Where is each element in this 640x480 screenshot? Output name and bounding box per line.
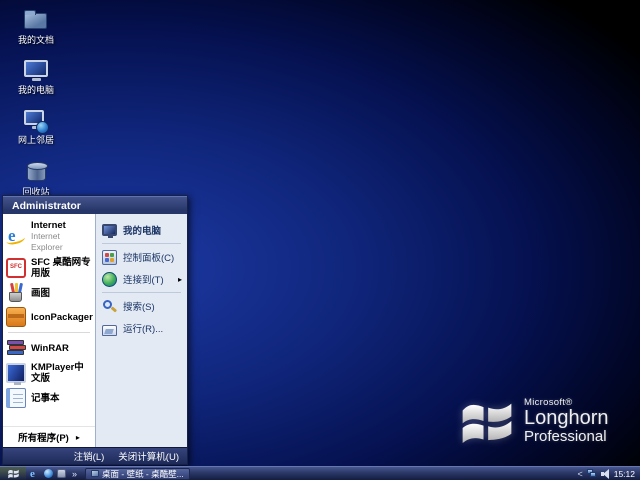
start-menu-item-kmplayer[interactable]: KMPlayer中文版 (3, 360, 95, 386)
start-menu-user-banner: Administrator (3, 196, 187, 214)
watermark-product: Longhorn (524, 408, 609, 428)
windows-flag-icon (7, 468, 20, 479)
iconpackager-icon (6, 307, 26, 327)
sfc-app-icon: SFC (6, 258, 26, 278)
quick-launch-bar: e » (30, 469, 77, 479)
start-menu-item-sfc[interactable]: SFC SFC 桌酷网专用版 (3, 255, 95, 281)
network-places-icon (22, 108, 50, 132)
item-label: 画图 (31, 288, 50, 299)
item-label: WinRAR (31, 343, 69, 354)
search-icon (102, 299, 117, 314)
winrar-icon (6, 338, 26, 358)
taskbar-task-button[interactable]: 桌面 - 壁纸 - 桌酷壁... (85, 468, 190, 480)
network-tray-icon[interactable] (587, 469, 597, 478)
quick-launch-ie-icon[interactable]: e (30, 469, 40, 479)
desktop-icon-network-places[interactable]: 网上邻居 (4, 108, 68, 145)
item-label: 连接到(T) (123, 272, 172, 286)
item-label: 搜索(S) (123, 299, 183, 313)
kmplayer-icon (6, 363, 26, 383)
start-menu-item-run[interactable]: 运行(R)... (96, 317, 187, 339)
longhorn-watermark: Microsoft® Longhorn Professional (458, 394, 609, 448)
windows-flag-icon (458, 394, 516, 448)
system-tray: < 15:12 (577, 469, 640, 479)
desktop-icon-recycle-bin[interactable]: 回收站 (4, 160, 68, 197)
quick-launch-globe-icon[interactable] (44, 469, 53, 478)
desktop-icon-label: 我的电脑 (4, 85, 68, 95)
item-label: 控制面板(C) (123, 250, 183, 264)
start-menu-footer: 注销(L) 关闭计算机(U) (3, 447, 187, 464)
all-programs-label: 所有程序(P) (18, 430, 69, 444)
start-menu-item-connect-to[interactable]: 连接到(T) ▸ (96, 268, 187, 290)
my-computer-icon (102, 224, 117, 236)
submenu-arrow-icon: ▸ (76, 433, 80, 442)
start-menu-separator (8, 332, 90, 333)
desktop-icon-label: 网上邻居 (4, 135, 68, 145)
recycle-bin-icon (22, 160, 50, 184)
submenu-arrow-icon: ▸ (178, 275, 183, 284)
start-menu-item-notepad[interactable]: 记事本 (3, 386, 95, 410)
start-menu-item-my-computer[interactable]: 我的电脑 (96, 219, 187, 241)
internet-explorer-icon: e (6, 227, 26, 247)
user-name: Administrator (12, 200, 81, 212)
notepad-icon (6, 388, 26, 408)
start-menu-item-search[interactable]: 搜索(S) (96, 295, 187, 317)
desktop-icon-label: 我的文档 (4, 35, 68, 45)
start-menu-item-internet[interactable]: e Internet Internet Explorer (3, 218, 95, 255)
item-label: KMPlayer中文版 (31, 362, 92, 384)
item-label: 我的电脑 (123, 223, 183, 237)
watermark-brand: Microsoft® (524, 398, 609, 408)
start-menu-item-winrar[interactable]: WinRAR (3, 336, 95, 360)
task-button-label: 桌面 - 壁纸 - 桌酷壁... (102, 468, 184, 480)
start-menu-places-column: 我的电脑 控制面板(C) 连接到(T) ▸ 搜索(S) (96, 214, 187, 447)
my-computer-icon (22, 58, 50, 82)
all-programs-button[interactable]: 所有程序(P) ▸ (3, 426, 95, 447)
desktop: 我的文档 我的电脑 网上邻居 回收站 Microsoft® Longhorn P… (0, 0, 640, 480)
item-sublabel: Internet Explorer (31, 231, 92, 253)
start-menu-separator (102, 292, 181, 293)
control-panel-icon (102, 250, 117, 265)
quick-launch-overflow-chevron[interactable]: » (72, 469, 77, 479)
desktop-icon-my-documents[interactable]: 我的文档 (4, 8, 68, 45)
paint-icon (6, 283, 26, 303)
item-label: Internet (31, 220, 92, 231)
item-label: SFC 桌酷网专用版 (31, 257, 92, 279)
item-label: IconPackager (31, 312, 93, 323)
item-label: 运行(R)... (123, 321, 183, 335)
start-menu: Administrator e Internet Internet Explor… (2, 195, 188, 465)
run-icon (102, 325, 117, 336)
start-menu-item-control-panel[interactable]: 控制面板(C) (96, 246, 187, 268)
shutdown-button[interactable]: 关闭计算机(U) (118, 449, 179, 463)
tray-collapse-chevron[interactable]: < (577, 469, 582, 479)
connect-to-icon (102, 272, 117, 287)
quick-launch-window-icon[interactable] (57, 469, 66, 478)
start-menu-separator (102, 243, 181, 244)
item-label: 记事本 (31, 393, 60, 404)
desktop-icon-my-computer[interactable]: 我的电脑 (4, 58, 68, 95)
start-menu-pinned-column: e Internet Internet Explorer SFC SFC 桌酷网… (3, 214, 96, 447)
taskbar-clock[interactable]: 15:12 (614, 469, 635, 479)
start-menu-item-paint[interactable]: 画图 (3, 281, 95, 305)
folder-icon (91, 470, 99, 477)
log-off-button[interactable]: 注销(L) (74, 449, 105, 463)
my-documents-folder-icon (22, 8, 50, 32)
start-button[interactable] (0, 467, 26, 480)
taskbar: e » 桌面 - 壁纸 - 桌酷壁... < 15:12 (0, 466, 640, 480)
start-menu-item-iconpackager[interactable]: IconPackager (3, 305, 95, 329)
volume-tray-icon[interactable] (601, 469, 610, 478)
watermark-edition: Professional (524, 429, 609, 444)
